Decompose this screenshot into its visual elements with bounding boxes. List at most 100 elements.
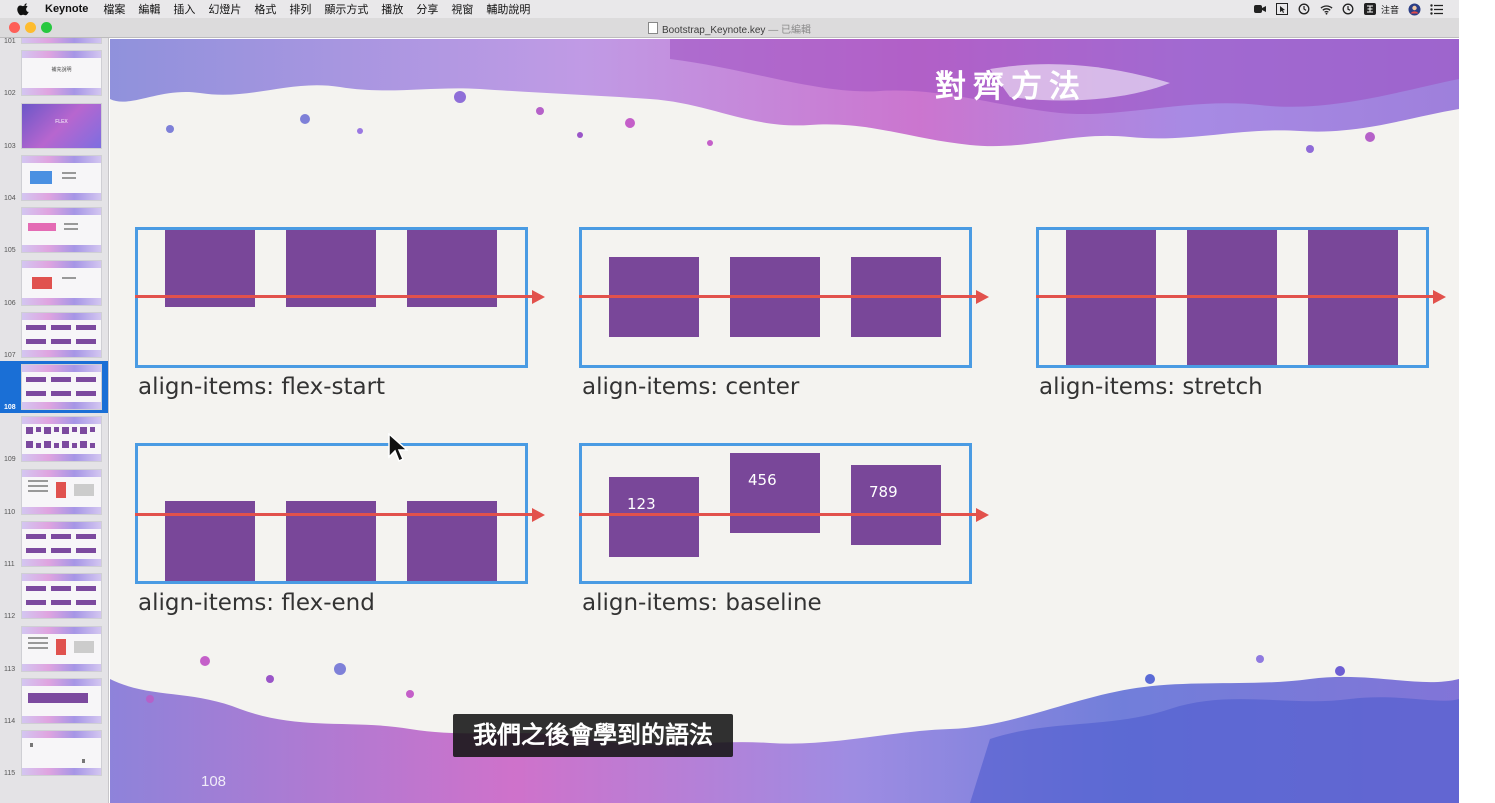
input-method-label[interactable]: 注音 (1381, 3, 1399, 16)
slide-thumbnail-image: 補充說明 (21, 50, 102, 97)
demo-label-center: align-items: center (582, 374, 800, 400)
slide-thumbnail-number: 103 (4, 142, 16, 150)
slide-thumbnail-number: 106 (4, 299, 16, 307)
slide-thumbnail-110[interactable]: 110 (0, 466, 108, 518)
slide-thumbnail-image (21, 364, 102, 411)
slide-thumbnail-title: 補充說明 (51, 67, 72, 74)
slide-thumbnail-111[interactable]: 111 (0, 518, 108, 570)
slide-thumbnail-number: 104 (4, 194, 16, 202)
document-name: Bootstrap_Keynote.key (662, 25, 766, 36)
edited-status: — 已編輯 (765, 25, 811, 36)
slide-thumbnail-number: 114 (4, 717, 16, 725)
cross-axis-arrow (135, 513, 533, 516)
slide-thumbnail-number: 102 (4, 90, 16, 98)
slide-thumbnail-number: 101 (4, 38, 16, 45)
window-title: Bootstrap_Keynote.key — 已編輯 (0, 21, 1459, 36)
menu-slide[interactable]: 幻燈片 (208, 1, 241, 17)
slide-canvas[interactable]: 對齊方法 align-items: flex-start align-items:… (110, 39, 1459, 803)
slide-thumbnail-number: 105 (4, 247, 16, 255)
menu-bar: Keynote 檔案 編輯 插入 幻燈片 格式 排列 顯示方式 播放 分享 視窗… (0, 0, 1459, 18)
slide-thumbnail-number: 115 (4, 770, 16, 778)
cursor-box-icon[interactable] (1276, 3, 1289, 16)
wifi-icon[interactable] (1320, 3, 1333, 16)
menu-share[interactable]: 分享 (416, 1, 438, 17)
slide-thumbnail-image (21, 677, 102, 724)
slide-thumbnail-image: FLEX (21, 102, 102, 149)
slide-thumbnail-image (21, 259, 102, 306)
slide-number: 108 (201, 773, 227, 790)
slide-thumbnail-image (21, 311, 102, 358)
slide-thumbnail-115[interactable]: 115 (0, 727, 108, 779)
slide-thumbnail-101[interactable]: 101 (0, 38, 108, 47)
slide-thumbnail-number: 110 (4, 508, 16, 516)
slide-thumbnail-number: 108 (4, 404, 16, 412)
demo-label-flex-start: align-items: flex-start (138, 374, 386, 400)
clock-icon[interactable] (1342, 3, 1355, 16)
slide-thumbnail-number: 107 (4, 351, 16, 359)
demo-label-flex-end: align-items: flex-end (138, 590, 375, 616)
slide-thumbnail-113[interactable]: 113 (0, 623, 108, 675)
slide-thumbnail-114[interactable]: 114 (0, 675, 108, 727)
arrow-head-icon (976, 289, 989, 304)
menu-format[interactable]: 格式 (254, 1, 276, 17)
arrow-head-icon (976, 507, 989, 522)
menu-file[interactable]: 檔案 (103, 1, 125, 17)
flex-item-number: 789 (869, 483, 898, 501)
demo-label-stretch: align-items: stretch (1039, 374, 1263, 400)
slide-thumbnail-image (21, 730, 102, 777)
menu-insert[interactable]: 插入 (173, 1, 195, 17)
slide-thumbnail-number: 113 (4, 665, 16, 673)
menu-view[interactable]: 顯示方式 (324, 1, 368, 17)
cross-axis-arrow (135, 295, 533, 298)
video-subtitle: 我們之後會學到的語法 (453, 714, 733, 757)
demo-label-baseline: align-items: baseline (582, 590, 822, 616)
status-area: 注音 (1254, 0, 1443, 18)
slide-thumbnail-107[interactable]: 107 (0, 309, 108, 361)
time-machine-icon[interactable] (1298, 3, 1311, 16)
mouse-pointer-icon (388, 433, 408, 463)
cross-axis-arrow (579, 513, 977, 516)
menu-help[interactable]: 輔助說明 (486, 1, 530, 17)
slide-thumbnail-image (21, 207, 102, 254)
menu-list-icon[interactable] (1430, 3, 1443, 16)
arrow-head-icon (1433, 289, 1446, 304)
slide-thumbnail-102[interactable]: 102 補充說明 (0, 47, 108, 99)
flex-item-number: 456 (748, 471, 777, 489)
menu-play[interactable]: 播放 (381, 1, 403, 17)
slide-thumbnail-109[interactable]: 109 (0, 413, 108, 465)
flex-item-number: 123 (627, 495, 656, 513)
input-method-icon[interactable] (1364, 3, 1377, 16)
cross-axis-arrow (579, 295, 977, 298)
menu-window[interactable]: 視窗 (451, 1, 473, 17)
menu-app-keynote[interactable]: Keynote (45, 3, 88, 15)
document-icon (648, 22, 659, 34)
slide-thumbnail-number: 112 (4, 613, 16, 621)
slide-thumbnail-number: 109 (4, 456, 16, 464)
apple-menu-icon[interactable] (17, 2, 31, 16)
slide-title: 對齊方法 (935, 69, 1087, 105)
arrow-head-icon (532, 289, 545, 304)
arrow-head-icon (532, 507, 545, 522)
slide-thumbnail-108[interactable]: 108 (0, 361, 108, 414)
window-titlebar: Bootstrap_Keynote.key — 已編輯 (0, 18, 1459, 38)
slide-thumbnail-image (21, 468, 102, 515)
flex-item: 789 (851, 465, 941, 545)
user-icon[interactable] (1408, 3, 1421, 16)
menu-edit[interactable]: 編輯 (138, 1, 160, 17)
slide-thumbnail-image (21, 38, 102, 44)
slide-thumbnail-112[interactable]: 112 (0, 570, 108, 622)
cross-axis-arrow (1036, 295, 1434, 298)
menu-arrange[interactable]: 排列 (289, 1, 311, 17)
slide-thumbnail-104[interactable]: 104 (0, 152, 108, 204)
flex-item: 456 (730, 453, 820, 533)
slide-thumbnail-number: 111 (4, 561, 15, 568)
slide-thumbnail-105[interactable]: 105 (0, 204, 108, 256)
slide-thumbnail-image (21, 521, 102, 567)
slide-navigator[interactable]: 101 102 補充說明 103 FLEX 104 105 106 107 108 109 110 11… (0, 38, 109, 803)
zoom-icon[interactable] (1254, 3, 1267, 16)
slide-thumbnail-103[interactable]: 103 FLEX (0, 100, 108, 152)
flex-item: 123 (609, 477, 699, 557)
slide-thumbnail-image (21, 416, 102, 463)
slide-thumbnail-image (21, 154, 102, 201)
slide-thumbnail-106[interactable]: 106 (0, 257, 108, 309)
